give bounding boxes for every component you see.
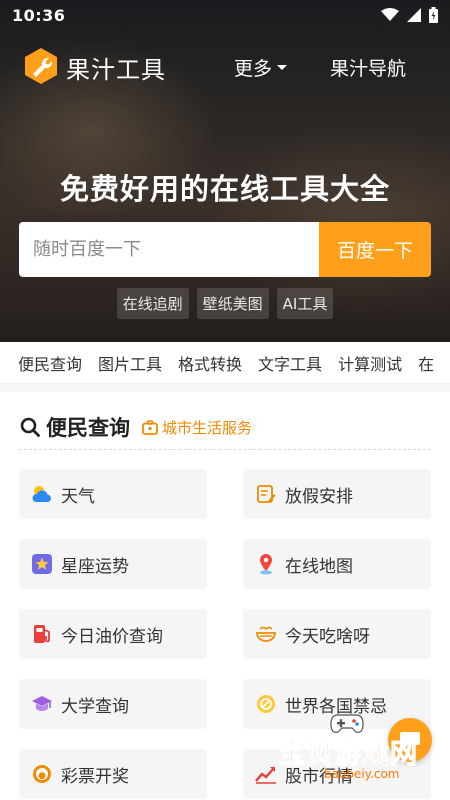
- tool-weather[interactable]: 天气: [19, 469, 207, 519]
- section-tag: 城市生活服务: [142, 417, 252, 438]
- system-icons: [381, 7, 438, 23]
- more-menu-label: 更多: [234, 58, 273, 80]
- search-bar: 百度一下: [19, 222, 431, 277]
- tool-label: 今天吃啥呀: [285, 626, 370, 647]
- map-pin-icon: [255, 553, 277, 575]
- tool-label: 大学查询: [61, 696, 129, 717]
- holiday-icon: [255, 483, 277, 505]
- watermark: 宝贝游戏网 baobeiy.com: [252, 712, 432, 800]
- section-divider: [19, 449, 431, 450]
- section-title: 便民查询: [46, 416, 130, 440]
- search-input[interactable]: [19, 222, 319, 277]
- wifi-icon: [381, 8, 399, 21]
- tool-lottery[interactable]: ● 彩票开奖: [19, 749, 207, 799]
- hero-banner: 10:36 果汁工具 更多 果汁导航 免费好用的在线工具大全 百度一下 在线追剧…: [0, 0, 450, 342]
- chip-ai-tools[interactable]: AI工具: [276, 288, 334, 319]
- caret-down-icon: [277, 64, 288, 70]
- tab-text-tools[interactable]: 文字工具: [258, 351, 322, 375]
- chip-online-drama[interactable]: 在线追剧: [116, 288, 189, 319]
- wrench-logo-icon[interactable]: [22, 47, 60, 85]
- tool-label: 在线地图: [285, 556, 353, 577]
- tool-label: 天气: [61, 486, 95, 507]
- svg-text:●: ●: [38, 771, 46, 781]
- juice-nav-link[interactable]: 果汁导航: [330, 54, 406, 81]
- quick-links: 在线追剧 壁纸美图 AI工具: [0, 288, 450, 319]
- tab-convenience[interactable]: 便民查询: [18, 351, 82, 375]
- weather-icon: [31, 483, 53, 505]
- watermark-url: baobeiy.com: [324, 767, 400, 781]
- lottery-icon: ●: [31, 763, 53, 785]
- briefcase-icon: [142, 419, 158, 435]
- chip-wallpaper[interactable]: 壁纸美图: [196, 288, 269, 319]
- tab-partial[interactable]: 在: [418, 351, 434, 375]
- tool-label: 放假安排: [285, 486, 353, 507]
- food-icon: [255, 623, 277, 645]
- tab-image-tools[interactable]: 图片工具: [98, 351, 162, 375]
- section-tag-label: 城市生活服务: [162, 418, 253, 437]
- tool-horoscope[interactable]: 星座运势: [19, 539, 207, 589]
- watermark-text: 宝贝游戏网: [278, 739, 418, 771]
- category-tabs: 便民查询 图片工具 格式转换 文字工具 计算测试 在: [0, 342, 450, 384]
- more-menu[interactable]: 更多: [234, 54, 288, 81]
- search-button[interactable]: 百度一下: [319, 222, 431, 277]
- tab-calc-test[interactable]: 计算测试: [338, 351, 402, 375]
- fuel-icon: [31, 623, 53, 645]
- star-icon: [31, 553, 53, 575]
- tab-format-convert[interactable]: 格式转换: [178, 351, 242, 375]
- search-icon: [20, 417, 40, 437]
- graduation-cap-icon: [31, 693, 53, 715]
- battery-icon: [429, 7, 438, 23]
- tool-map[interactable]: 在线地图: [243, 539, 431, 589]
- signal-icon: [407, 8, 421, 22]
- top-navigation: 果汁工具 更多 果汁导航: [0, 40, 450, 92]
- section-header: 便民查询 城市生活服务: [20, 412, 252, 442]
- status-time: 10:36: [12, 5, 66, 25]
- tool-holiday[interactable]: 放假安排: [243, 469, 431, 519]
- tool-what-to-eat[interactable]: 今天吃啥呀: [243, 609, 431, 659]
- brand-name[interactable]: 果汁工具: [66, 50, 166, 85]
- tool-university[interactable]: 大学查询: [19, 679, 207, 729]
- status-bar: 10:36: [0, 0, 450, 30]
- tool-label: 星座运势: [61, 556, 129, 577]
- tool-fuel-price[interactable]: 今日油价查询: [19, 609, 207, 659]
- tool-label: 彩票开奖: [61, 766, 129, 787]
- page-headline: 免费好用的在线工具大全: [59, 172, 390, 206]
- tool-label: 今日油价查询: [61, 626, 163, 647]
